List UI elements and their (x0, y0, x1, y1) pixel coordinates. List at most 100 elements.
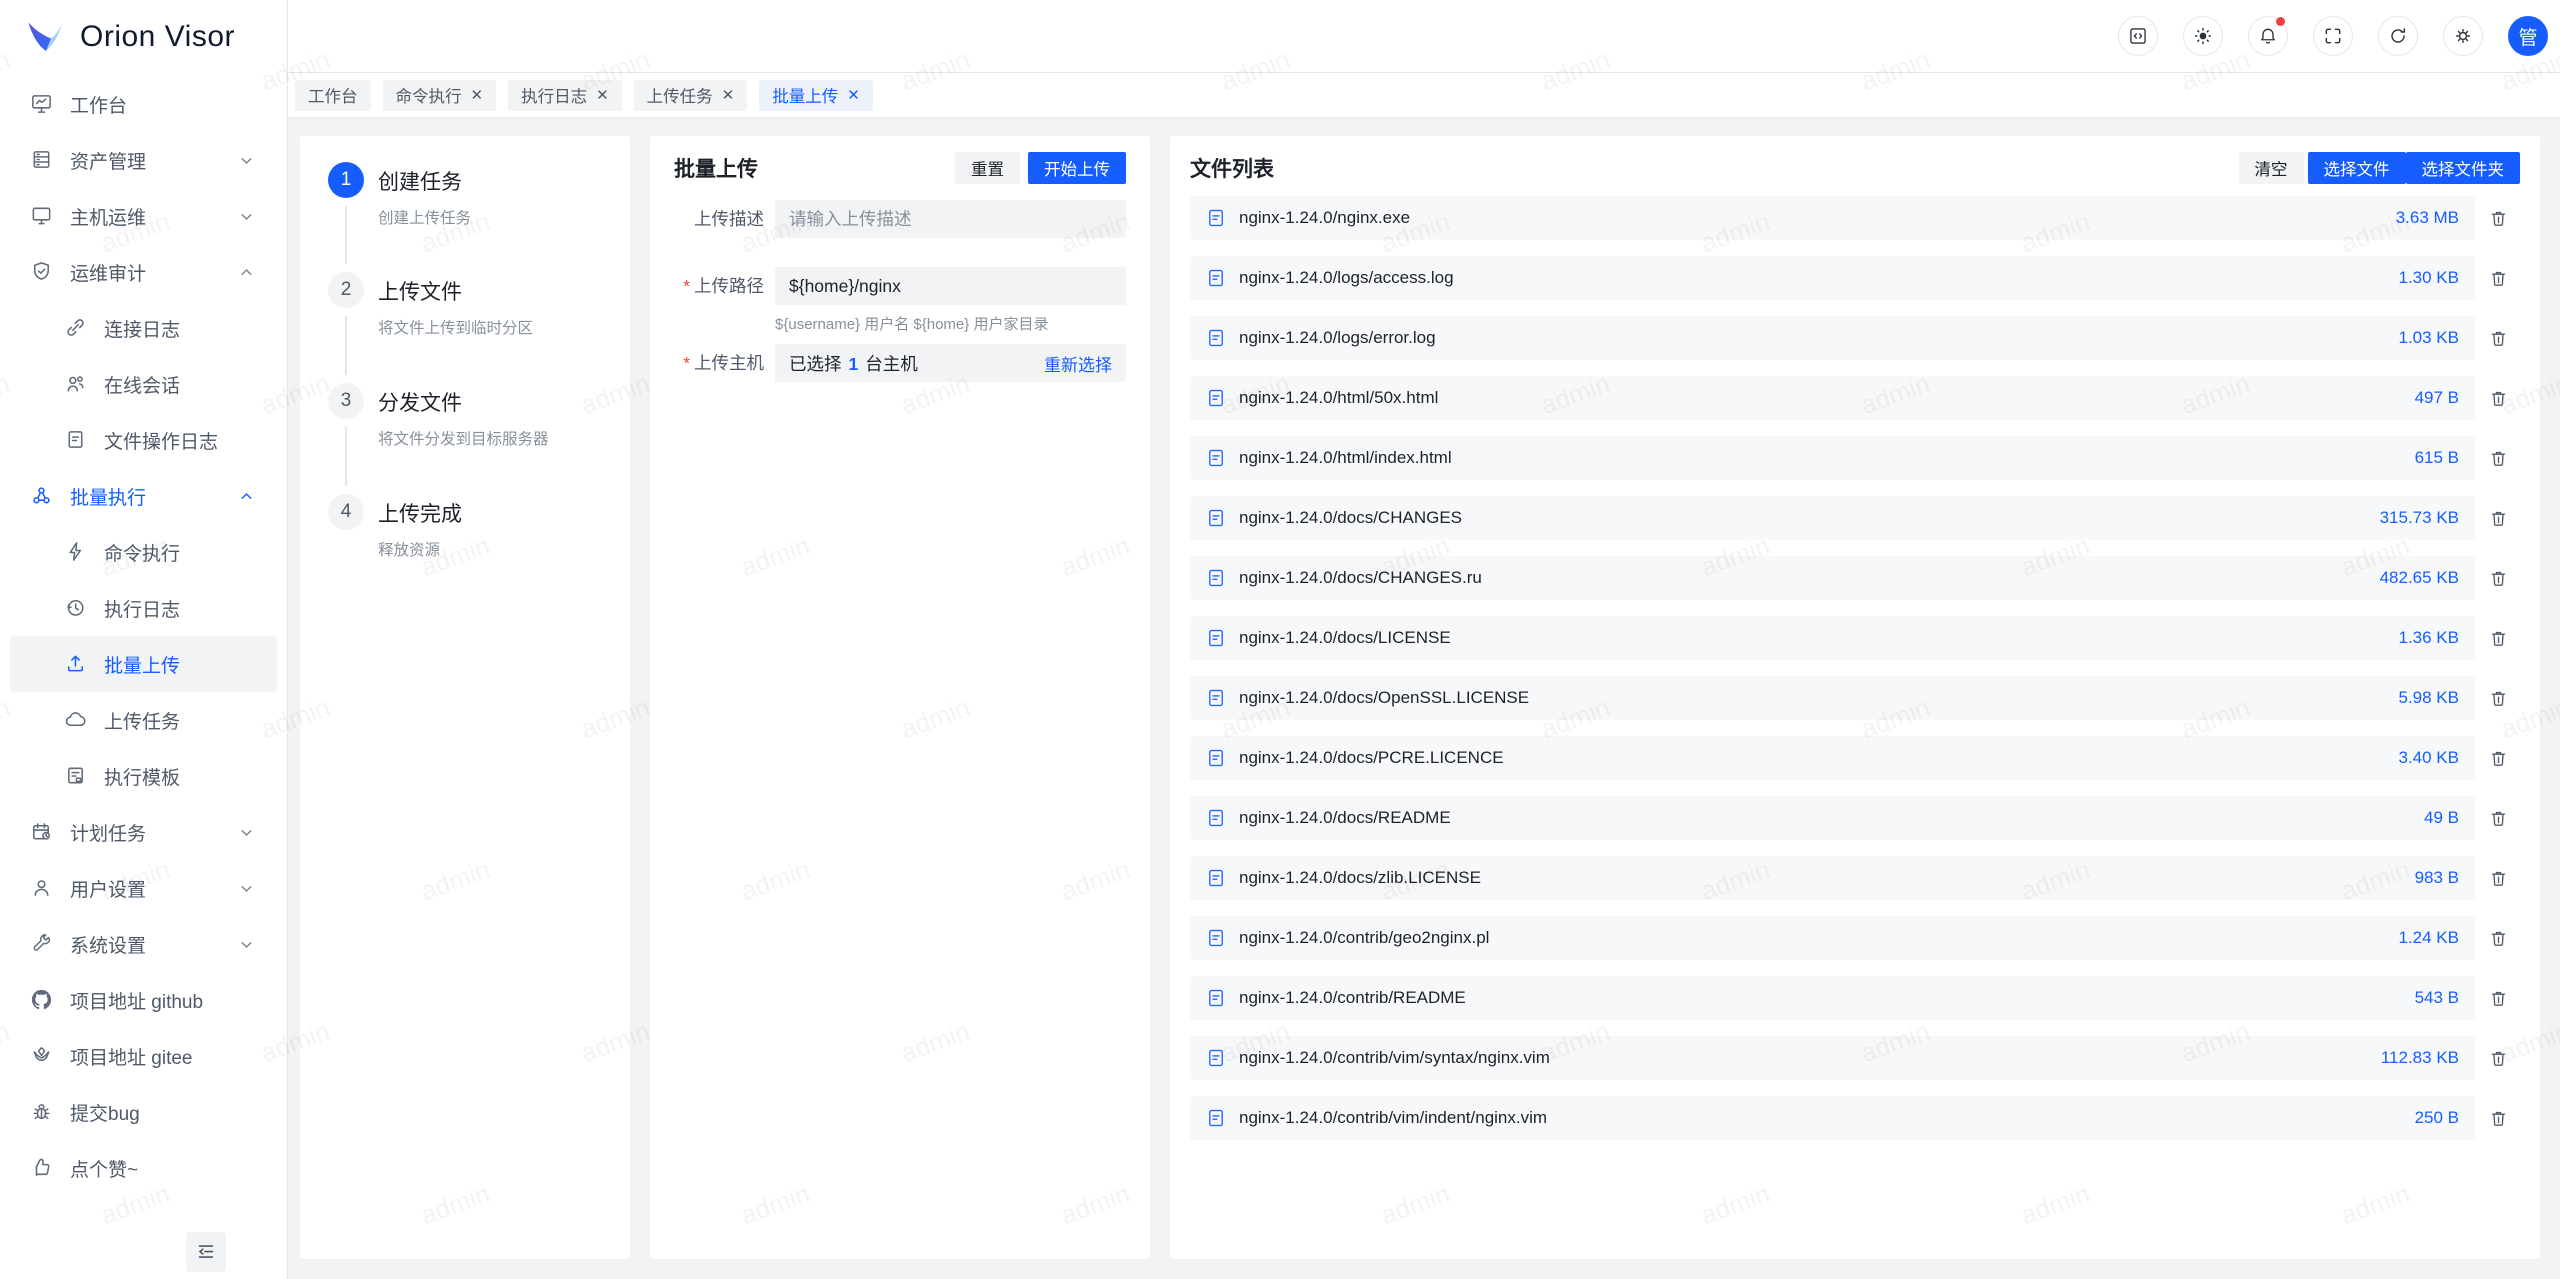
batch-exec-icon (30, 484, 54, 508)
tab-close-icon[interactable]: ✕ (722, 86, 735, 104)
chevron-up-icon (238, 488, 255, 505)
file-row: nginx-1.24.0/contrib/vim/syntax/nginx.vi… (1190, 1036, 2475, 1080)
step-number: 4 (328, 494, 364, 530)
step-connector (345, 316, 347, 375)
thumbs-up-icon (30, 1156, 54, 1180)
file-name: nginx-1.24.0/docs/zlib.LICENSE (1239, 868, 1481, 888)
fullscreen-icon (2323, 26, 2343, 46)
file-doc-icon (1206, 328, 1226, 348)
fullscreen-button[interactable] (2313, 16, 2353, 56)
file-size: 250 B (2415, 1108, 2459, 1128)
sidebar-item-8[interactable]: 命令执行 (10, 524, 277, 580)
user-avatar[interactable]: 管 (2508, 16, 2548, 56)
delete-file-button[interactable] (2489, 989, 2508, 1008)
sidebar-item-9[interactable]: 执行日志 (10, 580, 277, 636)
reset-button[interactable]: 重置 (955, 152, 1020, 184)
file-item-13: nginx-1.24.0/contrib/README543 B (1190, 976, 2520, 1020)
upload-host-label: 上传主机 (674, 344, 764, 382)
file-item-1: nginx-1.24.0/logs/access.log1.30 KB (1190, 256, 2520, 300)
tab-4[interactable]: 批量上传✕ (759, 80, 873, 111)
tab-0[interactable]: 工作台 (295, 80, 371, 111)
file-size: 543 B (2415, 988, 2459, 1008)
sidebar-item-7[interactable]: 批量执行 (10, 468, 277, 524)
file-doc-icon (1206, 628, 1226, 648)
notifications-button[interactable] (2248, 16, 2288, 56)
tab-close-icon[interactable]: ✕ (471, 86, 484, 104)
step-desc: 创建上传任务 (378, 206, 471, 228)
theme-toggle-button[interactable] (2183, 16, 2223, 56)
step-title: 分发文件 (378, 387, 549, 417)
sidebar-item-14[interactable]: 用户设置 (10, 860, 277, 916)
file-size: 1.03 KB (2399, 328, 2460, 348)
sidebar-item-5[interactable]: 在线会话 (10, 356, 277, 412)
delete-file-button[interactable] (2489, 1049, 2508, 1068)
reselect-host-link[interactable]: 重新选择 (1044, 351, 1112, 376)
sidebar-item-13[interactable]: 计划任务 (10, 804, 277, 860)
select-folder-button[interactable]: 选择文件夹 (2406, 152, 2521, 184)
upload-path-input[interactable] (775, 267, 1126, 305)
chevron-down-icon (238, 208, 255, 225)
file-size: 315.73 KB (2380, 508, 2459, 528)
upload-desc-input[interactable] (775, 200, 1126, 238)
app-title: Orion Visor (80, 20, 235, 54)
sidebar-item-16[interactable]: 项目地址 github (10, 972, 277, 1028)
tab-3[interactable]: 上传任务✕ (634, 80, 748, 111)
delete-file-button[interactable] (2489, 1109, 2508, 1128)
delete-file-button[interactable] (2489, 509, 2508, 528)
sidebar-item-4[interactable]: 连接日志 (10, 300, 277, 356)
sidebar-item-label: 文件操作日志 (104, 427, 218, 454)
sidebar-item-15[interactable]: 系统设置 (10, 916, 277, 972)
assets-icon (30, 148, 54, 172)
delete-file-button[interactable] (2489, 869, 2508, 888)
sidebar-item-11[interactable]: 上传任务 (10, 692, 277, 748)
delete-file-button[interactable] (2489, 929, 2508, 948)
delete-file-button[interactable] (2489, 569, 2508, 588)
step-connector (345, 206, 347, 264)
batch-upload-form-panel: 批量上传 重置 开始上传 上传描述 上传路径 ${username} 用户名 $… (650, 136, 1150, 1259)
sidebar-item-label: 提交bug (70, 1099, 140, 1126)
tab-close-icon[interactable]: ✕ (596, 86, 609, 104)
sidebar-item-label: 项目地址 gitee (70, 1043, 192, 1070)
delete-file-button[interactable] (2489, 689, 2508, 708)
sidebar-item-1[interactable]: 资产管理 (10, 132, 277, 188)
delete-file-button[interactable] (2489, 749, 2508, 768)
delete-file-button[interactable] (2489, 389, 2508, 408)
delete-file-button[interactable] (2489, 269, 2508, 288)
sidebar-item-18[interactable]: 提交bug (10, 1084, 277, 1140)
select-file-button[interactable]: 选择文件 (2308, 152, 2406, 184)
delete-file-button[interactable] (2489, 209, 2508, 228)
sidebar-item-label: 用户设置 (70, 875, 146, 902)
tab-close-icon[interactable]: ✕ (847, 86, 860, 104)
file-name: nginx-1.24.0/contrib/vim/syntax/nginx.vi… (1239, 1048, 1550, 1068)
file-item-11: nginx-1.24.0/docs/zlib.LICENSE983 B (1190, 856, 2520, 900)
sidebar-item-3[interactable]: 运维审计 (10, 244, 277, 300)
sidebar-item-6[interactable]: 文件操作日志 (10, 412, 277, 468)
sidebar-item-19[interactable]: 点个赞~ (10, 1140, 277, 1196)
file-list: nginx-1.24.0/nginx.exe3.63 MBnginx-1.24.… (1190, 196, 2520, 1140)
sidebar-item-2[interactable]: 主机运维 (10, 188, 277, 244)
tab-1[interactable]: 命令执行✕ (383, 80, 497, 111)
delete-file-button[interactable] (2489, 809, 2508, 828)
step-2: 2上传文件将文件上传到临时分区 (328, 272, 533, 338)
file-doc-icon (1206, 568, 1226, 588)
sidebar-item-0[interactable]: 工作台 (10, 76, 277, 132)
delete-file-button[interactable] (2489, 329, 2508, 348)
sidebar-item-17[interactable]: 项目地址 gitee (10, 1028, 277, 1084)
start-upload-button[interactable]: 开始上传 (1028, 152, 1126, 184)
host-ops-icon (30, 204, 54, 228)
upload-steps-panel: 1创建任务创建上传任务2上传文件将文件上传到临时分区3分发文件将文件分发到目标服… (300, 136, 630, 1259)
sidebar-collapse-button[interactable] (186, 1232, 226, 1272)
code-window-button[interactable] (2118, 16, 2158, 56)
file-list-title: 文件列表 (1190, 153, 1274, 183)
file-row: nginx-1.24.0/contrib/README543 B (1190, 976, 2475, 1020)
audit-shield-icon (30, 260, 54, 284)
clear-files-button[interactable]: 清空 (2239, 152, 2304, 184)
settings-button[interactable] (2443, 16, 2483, 56)
refresh-button[interactable] (2378, 16, 2418, 56)
delete-file-button[interactable] (2489, 449, 2508, 468)
delete-file-button[interactable] (2489, 629, 2508, 648)
sidebar-item-12[interactable]: 执行模板 (10, 748, 277, 804)
sidebar-item-10[interactable]: 批量上传 (10, 636, 277, 692)
tab-2[interactable]: 执行日志✕ (508, 80, 622, 111)
settings-gear-icon (2453, 26, 2473, 46)
